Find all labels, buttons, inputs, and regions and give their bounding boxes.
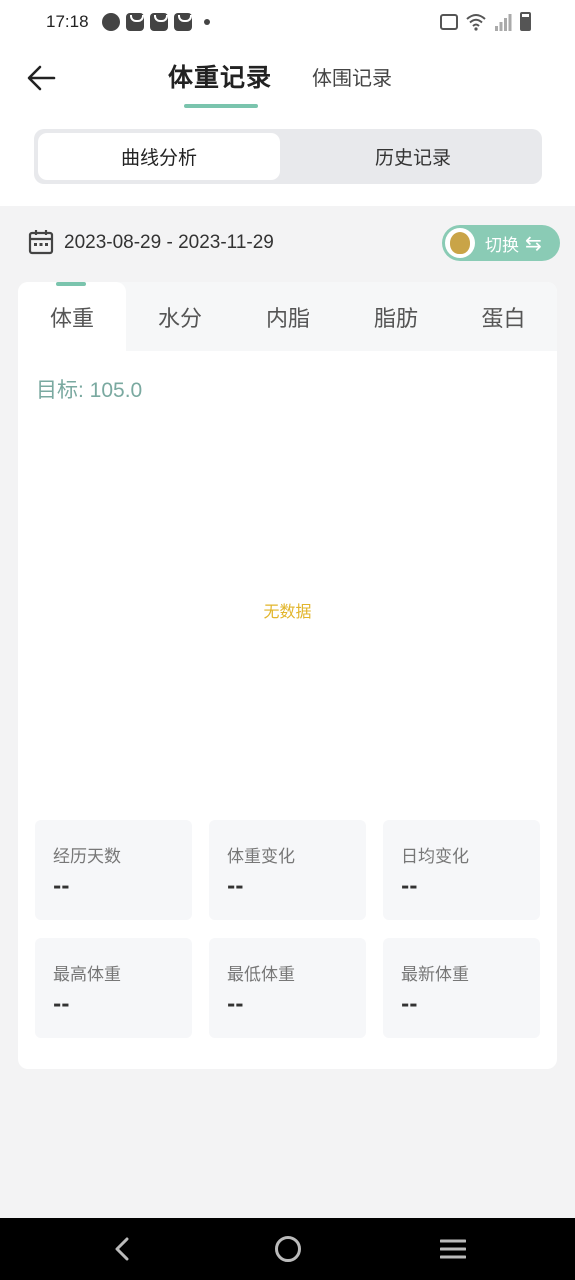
bag-icon bbox=[126, 13, 144, 31]
stat-value: -- bbox=[401, 874, 418, 898]
stat-label: 日均变化 bbox=[401, 847, 469, 867]
bag-icon bbox=[174, 13, 192, 31]
speed-icon bbox=[102, 13, 120, 31]
stat-value: -- bbox=[227, 992, 244, 1016]
battery-icon bbox=[520, 12, 531, 31]
metric-tab-indicator bbox=[56, 282, 86, 286]
stat-latest-weight: 最新体重 -- bbox=[383, 938, 540, 1038]
metric-tab-protein[interactable]: 蛋白 bbox=[450, 282, 557, 351]
stat-max-weight: 最高体重 -- bbox=[35, 938, 192, 1038]
user-avatar bbox=[445, 228, 475, 258]
tab-weight-record[interactable]: 体重记录 bbox=[168, 58, 272, 94]
analysis-card: 体重 水分 内脂 脂肪 蛋白 目标: 105.0 无数据 经历天数 -- 体重变… bbox=[18, 282, 557, 1069]
no-data-text: 无数据 bbox=[263, 602, 312, 621]
switch-arrows-icon: ⇆ bbox=[525, 231, 542, 255]
nav-back-icon[interactable] bbox=[110, 1236, 134, 1262]
stat-value: -- bbox=[53, 992, 70, 1016]
metric-tabs: 体重 水分 内脂 脂肪 蛋白 bbox=[18, 282, 557, 351]
stat-label: 经历天数 bbox=[53, 847, 121, 867]
stat-value: -- bbox=[401, 992, 418, 1016]
calendar-icon[interactable] bbox=[28, 229, 54, 255]
system-nav-bar bbox=[0, 1218, 575, 1280]
status-time: 17:18 bbox=[46, 12, 89, 31]
stat-days: 经历天数 -- bbox=[35, 820, 192, 920]
metric-tab-water[interactable]: 水分 bbox=[126, 282, 234, 351]
vibrate-icon bbox=[440, 13, 458, 30]
back-arrow-icon[interactable] bbox=[22, 60, 62, 96]
stat-value: -- bbox=[53, 874, 70, 898]
stat-value: -- bbox=[227, 874, 244, 898]
stat-label: 最高体重 bbox=[53, 965, 121, 985]
dot-icon bbox=[204, 19, 210, 25]
system-icons bbox=[440, 12, 531, 31]
signal-icon bbox=[495, 13, 512, 31]
stat-weight-change: 体重变化 -- bbox=[209, 820, 366, 920]
goal-text: 目标: 105.0 bbox=[36, 379, 143, 402]
tab-girth-record[interactable]: 体围记录 bbox=[312, 62, 392, 91]
tab-active-indicator bbox=[184, 104, 258, 108]
stat-label: 体重变化 bbox=[227, 847, 295, 867]
segment-history[interactable]: 历史记录 bbox=[288, 133, 538, 180]
metric-tab-fat[interactable]: 脂肪 bbox=[342, 282, 450, 351]
stat-min-weight: 最低体重 -- bbox=[209, 938, 366, 1038]
switch-label: 切换 bbox=[485, 235, 519, 256]
stat-daily-change: 日均变化 -- bbox=[383, 820, 540, 920]
header: 体重记录 体围记录 曲线分析 历史记录 bbox=[0, 46, 575, 206]
stat-label: 最新体重 bbox=[401, 965, 469, 985]
metric-tab-weight[interactable]: 体重 bbox=[18, 282, 126, 351]
view-segmented-control: 曲线分析 历史记录 bbox=[34, 129, 542, 184]
notification-icons bbox=[102, 13, 210, 31]
date-range-text[interactable]: 2023-08-29 - 2023-11-29 bbox=[64, 232, 274, 254]
bag-icon bbox=[150, 13, 168, 31]
switch-user-button[interactable]: 切换 ⇆ bbox=[442, 225, 560, 261]
nav-home-icon[interactable] bbox=[275, 1236, 301, 1262]
stat-label: 最低体重 bbox=[227, 965, 295, 985]
metric-tab-visceral-fat[interactable]: 内脂 bbox=[234, 282, 342, 351]
date-range-row: 2023-08-29 - 2023-11-29 切换 ⇆ bbox=[0, 206, 575, 282]
segment-curve-analysis[interactable]: 曲线分析 bbox=[38, 133, 280, 180]
status-bar: 17:18 bbox=[0, 0, 575, 46]
wifi-icon bbox=[466, 13, 486, 31]
nav-recents-icon[interactable] bbox=[440, 1238, 466, 1260]
